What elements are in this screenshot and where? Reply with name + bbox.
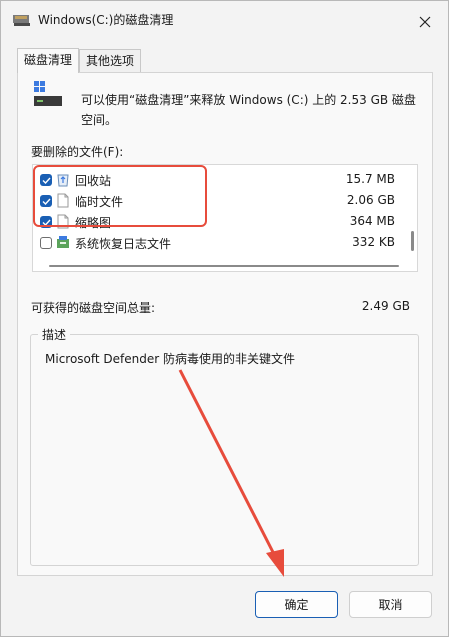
title-bar: Windows(C:)的磁盘清理 <box>1 1 448 37</box>
total-space-label: 可获得的磁盘空间总量: <box>31 301 156 315</box>
checkmark-icon <box>42 198 51 205</box>
tab-disk-cleanup[interactable]: 磁盘清理 <box>17 48 80 73</box>
horizontal-scrollbar[interactable] <box>49 265 399 267</box>
close-icon <box>419 16 431 28</box>
checkmark-icon <box>42 177 51 184</box>
list-item-recycle-bin[interactable]: 回收站 15.7 MB <box>33 169 417 190</box>
file-size: 332 KB <box>352 235 395 249</box>
checkmark-icon <box>42 219 51 226</box>
file-name: 缩略图 <box>75 216 112 230</box>
file-size: 364 MB <box>349 214 395 228</box>
tab-more-options[interactable]: 其他选项 <box>79 49 142 72</box>
ok-button[interactable]: 确定 <box>255 591 338 618</box>
file-icon <box>56 214 70 229</box>
recycle-bin-icon <box>56 172 70 187</box>
drive-icon <box>34 81 62 109</box>
cleanup-description: 可以使用“磁盘清理”来释放 Windows (C:) 上的 2.53 GB 磁盘… <box>81 93 416 127</box>
list-item-system-restore-logs[interactable]: 系统恢复日志文件 332 KB <box>33 232 417 253</box>
window-title: Windows(C:)的磁盘清理 <box>38 13 174 27</box>
system-restore-logs-checkbox[interactable] <box>40 237 52 249</box>
thumbnails-checkbox[interactable] <box>40 216 52 228</box>
file-name: 临时文件 <box>75 195 124 209</box>
cancel-button[interactable]: 取消 <box>349 591 432 618</box>
description-group-title: 描述 <box>38 326 71 343</box>
description-text: Microsoft Defender 防病毒使用的非关键文件 <box>45 352 296 366</box>
disk-cleanup-icon <box>13 13 31 27</box>
system-restore-icon <box>56 235 70 250</box>
disk-cleanup-window: Windows(C:)的磁盘清理 磁盘清理 其他选项 可以使用“磁盘清理”来释放… <box>0 0 449 637</box>
list-item-temp-files[interactable]: 临时文件 2.06 GB <box>33 190 417 211</box>
file-size: 15.7 MB <box>345 172 395 186</box>
file-name: 系统恢复日志文件 <box>75 237 172 251</box>
file-size: 2.06 GB <box>346 193 395 207</box>
total-space-value: 2.49 GB <box>361 299 410 313</box>
list-item-thumbnails[interactable]: 缩略图 364 MB <box>33 211 417 232</box>
temp-files-checkbox[interactable] <box>40 195 52 207</box>
file-name: 回收站 <box>75 174 112 188</box>
description-groupbox <box>30 334 419 566</box>
vertical-scrollbar[interactable] <box>411 231 414 251</box>
files-to-delete-label: 要删除的文件(F): <box>31 145 124 159</box>
file-list[interactable]: 回收站 15.7 MB 临时文件 2.06 GB 缩略图 364 MB 系统恢复… <box>32 164 418 272</box>
disk-cleanup-panel: 可以使用“磁盘清理”来释放 Windows (C:) 上的 2.53 GB 磁盘… <box>17 72 433 576</box>
file-icon <box>56 193 70 208</box>
recycle-bin-checkbox[interactable] <box>40 174 52 186</box>
close-button[interactable] <box>414 11 436 33</box>
